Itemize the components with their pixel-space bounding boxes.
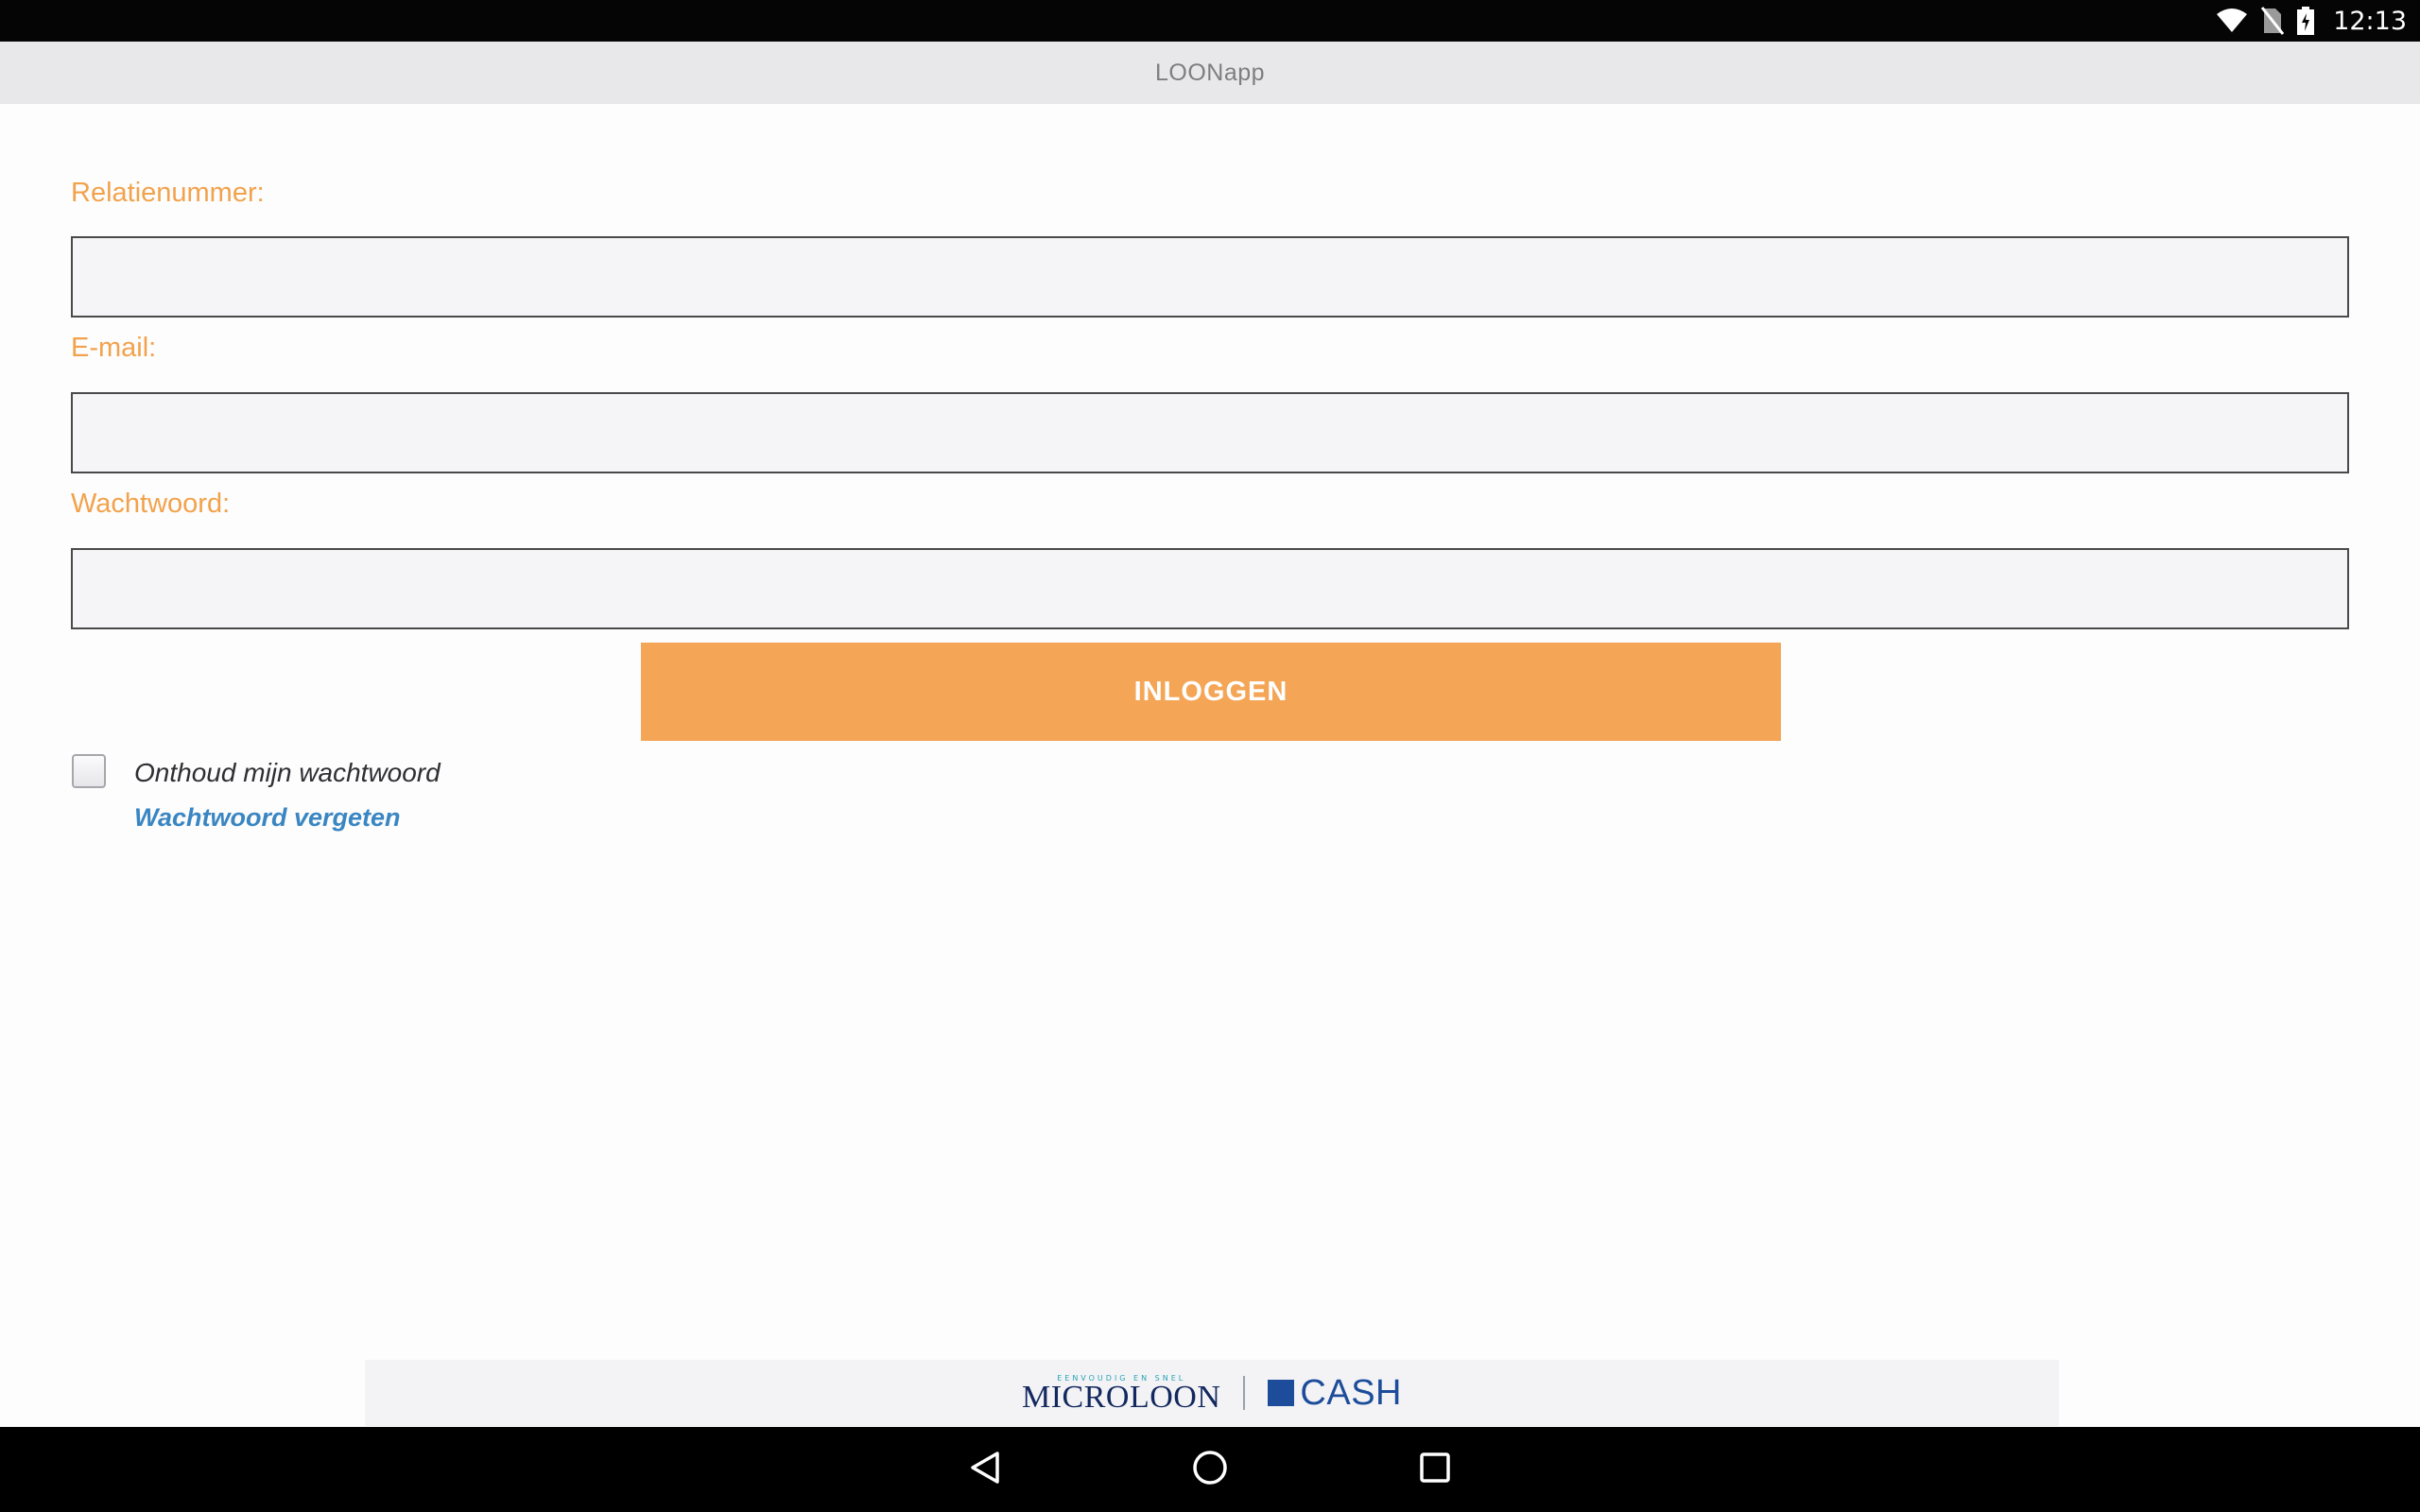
email-field[interactable]	[71, 392, 2349, 473]
cash-square-icon	[1268, 1380, 1295, 1406]
footer-logo-bar: EENVOUDIG EN SNEL MICROLOON CASH	[365, 1360, 2059, 1426]
navigation-bar	[0, 1427, 2420, 1512]
battery-charging-icon	[2297, 7, 2315, 35]
microloon-name: MICROLOON	[1022, 1380, 1221, 1415]
remember-password-label: Onthoud mijn wachtwoord	[134, 758, 441, 787]
cash-logo: CASH	[1268, 1373, 1402, 1414]
email-label: E-mail:	[71, 333, 157, 363]
title-bar: LOONapp	[0, 42, 2420, 104]
relation-number-label: Relatienummer:	[71, 178, 265, 208]
no-sim-icon	[2261, 7, 2285, 35]
logo-divider	[1243, 1376, 1246, 1410]
microloon-logo: EENVOUDIG EN SNEL MICROLOON	[1022, 1374, 1221, 1415]
back-icon	[968, 1450, 1002, 1490]
home-icon	[1191, 1449, 1229, 1491]
status-icons: 12:13	[2216, 0, 2407, 42]
home-button[interactable]	[1172, 1427, 1248, 1512]
status-bar: 12:13	[0, 0, 2420, 42]
remember-password-checkbox[interactable]	[72, 754, 106, 788]
password-label: Wachtwoord:	[71, 489, 231, 519]
relation-number-field[interactable]	[71, 236, 2349, 318]
login-button[interactable]: INLOGGEN	[641, 643, 1781, 741]
forgot-password-link[interactable]: Wachtwoord vergeten	[134, 803, 401, 833]
cash-name: CASH	[1300, 1372, 1402, 1413]
clock: 12:13	[2333, 6, 2407, 36]
recents-button[interactable]	[1397, 1427, 1473, 1512]
password-field[interactable]	[71, 548, 2349, 629]
back-button[interactable]	[947, 1427, 1023, 1512]
app-title: LOONapp	[1154, 59, 1266, 86]
wifi-icon	[2216, 8, 2248, 34]
recents-icon	[1418, 1451, 1452, 1489]
